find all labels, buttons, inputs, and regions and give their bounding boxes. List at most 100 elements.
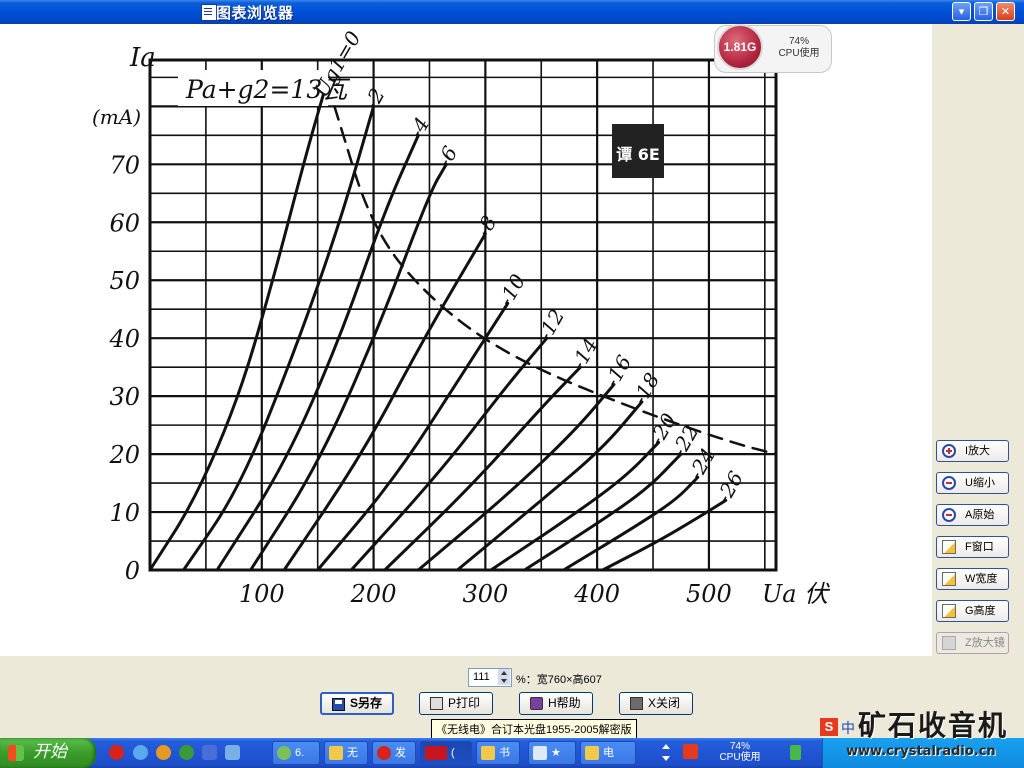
- zoom-reset-icon: [942, 508, 956, 522]
- task-button[interactable]: 6.: [272, 741, 320, 765]
- task-label: 发: [395, 747, 406, 759]
- x-tick-label: 100: [239, 580, 285, 608]
- start-button[interactable]: 开始: [0, 738, 96, 768]
- fit-width-button[interactable]: W宽度: [936, 568, 1009, 590]
- task-button[interactable]: 书: [476, 741, 520, 765]
- curve-label: -16: [599, 351, 636, 391]
- task-button[interactable]: 发: [372, 741, 416, 765]
- opera-quicklaunch-icon[interactable]: [109, 745, 124, 760]
- zoom-out-icon: [942, 476, 956, 490]
- x-tick-label: 500: [686, 580, 732, 608]
- site-watermark: 矿石收音机 www.crystalradio.cn: [838, 704, 1024, 768]
- help-book-icon: [530, 697, 543, 710]
- original-size-label: A原始: [965, 509, 995, 521]
- print-button[interactable]: P打印: [419, 692, 493, 715]
- sogou-ime-icon[interactable]: S: [820, 718, 838, 736]
- y-tick-label: 50: [109, 267, 140, 295]
- curve-label: -6: [432, 142, 463, 171]
- chart-viewport[interactable]: 100 200 300 400 500 0 10 20 30 40 50 60 70 Ia (mA) Ua 伏…: [0, 24, 932, 656]
- print-label: P打印: [448, 696, 481, 710]
- close-button[interactable]: X关闭: [619, 692, 693, 715]
- watermark-title: 矿石收音机: [858, 709, 1009, 742]
- x-tick-label: 300: [462, 580, 508, 608]
- y-tick-label: 60: [109, 209, 140, 237]
- task-label: (: [451, 747, 455, 759]
- help-label: H帮助: [548, 696, 581, 710]
- fit-window-label: F窗口: [965, 541, 994, 553]
- plate-curve: [282, 232, 487, 572]
- document-icon: [533, 746, 547, 760]
- plate-curve: [316, 301, 510, 572]
- magnifier-label: Z放大镜: [965, 637, 1005, 649]
- app-icon: [201, 4, 217, 21]
- stamp-text: 谭 6E: [616, 145, 660, 164]
- task-label: 无: [347, 747, 358, 759]
- task-button[interactable]: 电: [580, 741, 636, 765]
- task-button[interactable]: 无: [324, 741, 368, 765]
- tool-quicklaunch-icon[interactable]: [202, 745, 217, 760]
- cpu-monitor-widget[interactable]: 1.81G 74% CPU使用: [714, 24, 832, 73]
- minimize-button[interactable]: ▾: [952, 2, 971, 21]
- magnifier-button[interactable]: Z放大镜: [936, 632, 1009, 654]
- settings-quicklaunch-icon[interactable]: [225, 745, 240, 760]
- cpu-percent: 74%: [788, 36, 809, 47]
- globe-icon: [277, 746, 291, 760]
- sogou-tray-icon[interactable]: [683, 744, 698, 759]
- save-icon: [332, 698, 345, 711]
- plate-curve: [416, 383, 616, 572]
- fit-height-icon: [942, 604, 956, 618]
- ie-quicklaunch-icon[interactable]: [133, 745, 148, 760]
- restore-button[interactable]: ❐: [974, 2, 993, 21]
- folder-icon: [329, 746, 343, 760]
- fit-height-label: G高度: [965, 605, 996, 617]
- task-label: 6.: [295, 747, 305, 759]
- browser-quicklaunch-icon[interactable]: [156, 745, 171, 760]
- globe-quicklaunch-icon[interactable]: [179, 745, 194, 760]
- original-size-button[interactable]: A原始: [936, 504, 1009, 526]
- zoom-percent-value: 111: [473, 671, 490, 683]
- title-bar[interactable]: 图表浏览器 ▾ ❐ ✕: [0, 0, 1024, 24]
- y-tick-label: 40: [108, 325, 140, 353]
- window-title: 图表浏览器: [216, 4, 294, 22]
- zoom-out-button[interactable]: U缩小: [936, 472, 1009, 494]
- taskbar-cpu-percent: 74%: [729, 741, 750, 752]
- cpu-usage-text: 74% CPU使用: [771, 36, 827, 60]
- fit-height-button[interactable]: G高度: [936, 600, 1009, 622]
- save-as-button[interactable]: S另存: [320, 692, 394, 715]
- fit-width-icon: [942, 572, 956, 586]
- folder-icon: [481, 746, 495, 760]
- battery-tray-icon[interactable]: [790, 745, 801, 760]
- cpu-label: CPU使用: [778, 48, 820, 59]
- magnifier-icon: [942, 636, 956, 650]
- help-button[interactable]: H帮助: [519, 692, 593, 715]
- curve-label: -26: [711, 467, 748, 507]
- task-label: 电: [603, 747, 614, 759]
- y-tick-label: 20: [108, 441, 140, 469]
- y-axis-label: Ia: [129, 43, 156, 73]
- tooltip: 《无线电》合订本光盘1955-2005解密版: [431, 719, 637, 739]
- y-tick-label: 10: [109, 499, 140, 527]
- task-label: ★: [551, 747, 561, 759]
- x-axis-label: Ua 伏: [762, 580, 831, 608]
- fit-window-button[interactable]: F窗口: [936, 536, 1009, 558]
- taskbar-cpu-label: CPU使用: [719, 752, 761, 763]
- close-window-button[interactable]: ✕: [996, 2, 1015, 21]
- zoom-out-label: U缩小: [965, 477, 995, 489]
- plate-curve: [489, 441, 661, 572]
- app-red-icon: [425, 746, 447, 760]
- close-label: X关闭: [648, 696, 681, 710]
- task-button[interactable]: ★: [528, 741, 576, 765]
- task-button[interactable]: (: [420, 741, 472, 765]
- zoom-spinner-arrows[interactable]: [498, 669, 510, 685]
- zoom-in-icon: [942, 444, 956, 458]
- x-tick-label: 400: [573, 580, 620, 608]
- y-axis-unit: (mA): [92, 105, 141, 129]
- fit-width-label: W宽度: [965, 573, 998, 585]
- zoom-in-button[interactable]: I放大: [936, 440, 1009, 462]
- curve-label: -18: [627, 369, 664, 409]
- y-tick-label: 0: [125, 557, 140, 585]
- taskbar-scroll-arrows[interactable]: [659, 740, 673, 766]
- exit-icon: [630, 697, 643, 710]
- fit-window-icon: [942, 540, 956, 554]
- image-dimensions: %：宽760×高607: [516, 674, 602, 686]
